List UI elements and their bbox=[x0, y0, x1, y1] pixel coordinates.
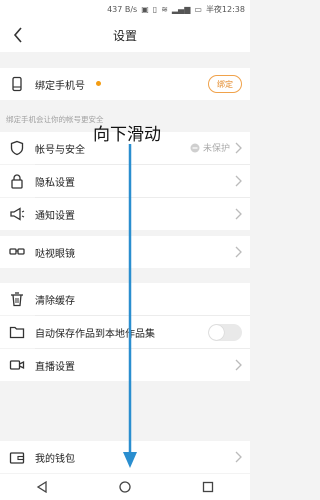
notice-dot bbox=[96, 81, 101, 86]
vibrate-icon: ▯ bbox=[152, 4, 158, 14]
bind-phone-hint: 绑定手机会让你的帐号更安全 bbox=[6, 115, 104, 124]
wallet-label: 我的钱包 bbox=[35, 453, 75, 465]
security-status: 未保护 bbox=[190, 141, 230, 154]
bind-button[interactable]: 绑定 bbox=[208, 75, 242, 93]
battery-icon: ▭ bbox=[194, 4, 202, 14]
chevron-right-icon bbox=[235, 208, 242, 220]
chevron-right-icon bbox=[235, 451, 242, 463]
trash-icon bbox=[11, 292, 23, 307]
glasses-icon bbox=[9, 248, 25, 255]
chevron-right-icon bbox=[235, 359, 242, 371]
glasses-label: 哒视眼镜 bbox=[35, 248, 75, 260]
signal-icon: ▂▄▆ bbox=[171, 4, 191, 14]
toggle-knob bbox=[209, 325, 224, 340]
clear-cache-label: 清除缓存 bbox=[35, 295, 75, 307]
security-status-text: 未保护 bbox=[202, 144, 230, 154]
wifi-icon: ≋ bbox=[161, 4, 168, 14]
nfc-icon: ▣ bbox=[141, 4, 149, 14]
wallet-icon bbox=[9, 452, 25, 464]
megaphone-icon bbox=[10, 207, 25, 221]
back-triangle-icon[interactable] bbox=[36, 481, 48, 493]
bind-phone-row[interactable]: 绑定手机号 绑定 bbox=[0, 68, 250, 100]
privacy-label: 隐私设置 bbox=[35, 177, 75, 189]
phone-icon bbox=[12, 76, 22, 92]
shield-icon bbox=[10, 140, 24, 156]
account-security-label: 帐号与安全 bbox=[35, 144, 85, 156]
auto-save-toggle[interactable] bbox=[208, 324, 242, 341]
recents-square-icon[interactable] bbox=[202, 481, 214, 493]
chevron-right-icon bbox=[235, 142, 242, 154]
notification-label: 通知设置 bbox=[35, 210, 75, 222]
home-circle-icon[interactable] bbox=[119, 481, 131, 493]
top-nav-bar: 设置 bbox=[0, 18, 250, 52]
unprotected-icon bbox=[190, 143, 200, 152]
back-button[interactable] bbox=[6, 22, 30, 48]
chevron-right-icon bbox=[235, 175, 242, 187]
clock: 半夜12:38 bbox=[205, 4, 245, 14]
chevron-right-icon bbox=[235, 246, 242, 258]
folder-icon bbox=[9, 326, 25, 339]
status-bar: 437 B/s ▣ ▯ ≋ ▂▄▆ ▭ 半夜12:38 bbox=[0, 0, 250, 18]
back-arrow-icon bbox=[13, 27, 22, 43]
swipe-down-arrow-icon bbox=[123, 144, 137, 468]
live-settings-label: 直播设置 bbox=[35, 361, 75, 373]
video-camera-icon bbox=[9, 360, 25, 370]
network-speed: 437 B/s bbox=[107, 4, 138, 14]
lock-icon bbox=[11, 174, 23, 189]
page-title: 设置 bbox=[112, 28, 137, 43]
bind-phone-label: 绑定手机号 bbox=[35, 80, 85, 92]
system-navigation-bar bbox=[0, 474, 250, 500]
